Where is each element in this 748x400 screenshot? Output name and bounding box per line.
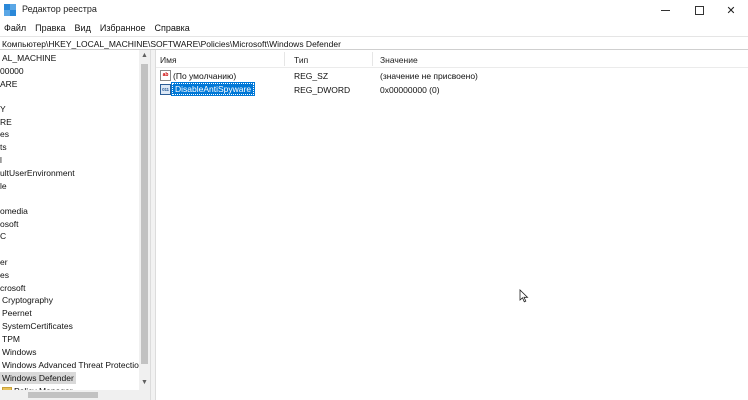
tree-item[interactable]: l: [0, 154, 2, 166]
binary-value-icon: 011: [160, 84, 171, 95]
tree-item[interactable]: RE: [0, 116, 12, 128]
tree-item[interactable]: er: [0, 256, 8, 268]
close-icon: ✕: [726, 4, 736, 17]
column-header-name[interactable]: Имя: [160, 55, 177, 65]
scroll-thumb[interactable]: [141, 64, 148, 364]
tree-item[interactable]: SystemCertificates: [2, 320, 73, 332]
tree-item[interactable]: Cryptography: [2, 294, 53, 306]
tree-item[interactable]: 00000: [0, 65, 24, 77]
tree-horizontal-scrollbar[interactable]: [0, 390, 150, 400]
tree-item[interactable]: Y: [0, 103, 6, 115]
tree-item[interactable]: Peernet: [2, 307, 32, 319]
list-row-selected[interactable]: 011 DisableAntiSpyware REG_DWORD 0x00000…: [156, 82, 748, 96]
minimize-icon: [660, 9, 670, 11]
value-type: REG_DWORD: [294, 85, 351, 95]
menu-help[interactable]: Справка: [154, 23, 189, 33]
title-bar: Редактор реестра ✕: [0, 0, 748, 20]
maximize-button[interactable]: [682, 0, 716, 20]
registry-tree[interactable]: AL_MACHINE 00000 ARE Y RE es ts l ultUse…: [0, 50, 150, 400]
tree-item[interactable]: crosoft: [0, 282, 26, 294]
column-separator[interactable]: [372, 52, 373, 66]
list-header: Имя Тип Значение: [156, 50, 748, 68]
menu-view[interactable]: Вид: [75, 23, 91, 33]
tree-item[interactable]: omedia: [0, 205, 28, 217]
tree-item-selected[interactable]: Windows Defender: [0, 372, 76, 384]
close-button[interactable]: ✕: [714, 0, 748, 20]
maximize-icon: [694, 5, 704, 15]
registry-editor-icon: [4, 4, 16, 16]
values-list[interactable]: Имя Тип Значение ab (По умолчанию) REG_S…: [156, 50, 748, 400]
tree-item[interactable]: osoft: [0, 218, 18, 230]
address-bar[interactable]: Компьютер\HKEY_LOCAL_MACHINE\SOFTWARE\Po…: [0, 36, 748, 50]
value-data: (значение не присвоено): [380, 71, 478, 81]
tree-item[interactable]: AL_MACHINE: [2, 52, 56, 64]
column-separator[interactable]: [284, 52, 285, 66]
tree-item[interactable]: ARE: [0, 78, 17, 90]
value-type: REG_SZ: [294, 71, 329, 81]
scroll-down-arrow-icon[interactable]: ▼: [139, 377, 150, 388]
column-header-value[interactable]: Значение: [380, 55, 418, 65]
mouse-cursor-icon: [519, 289, 529, 303]
menu-edit[interactable]: Правка: [35, 23, 65, 33]
value-name: (По умолчанию): [173, 71, 237, 81]
tree-item[interactable]: es: [0, 128, 9, 140]
window-title: Редактор реестра: [22, 4, 97, 14]
menu-favorites[interactable]: Избранное: [100, 23, 146, 33]
value-name[interactable]: DisableAntiSpyware: [170, 82, 256, 96]
minimize-button[interactable]: [648, 0, 682, 20]
menu-bar: Файл Правка Вид Избранное Справка: [0, 20, 748, 36]
column-header-type[interactable]: Тип: [294, 55, 308, 65]
tree-vertical-scrollbar[interactable]: ▲ ▼: [139, 50, 150, 390]
tree-item[interactable]: Windows: [2, 346, 36, 358]
tree-item[interactable]: le: [0, 180, 7, 192]
tree-item[interactable]: C: [0, 230, 6, 242]
scroll-up-arrow-icon[interactable]: ▲: [139, 50, 150, 61]
tree-item[interactable]: es: [0, 269, 9, 281]
list-row[interactable]: ab (По умолчанию) REG_SZ (значение не пр…: [156, 69, 748, 82]
string-value-icon: ab: [160, 70, 171, 81]
scroll-thumb[interactable]: [28, 392, 98, 398]
tree-item[interactable]: Windows Advanced Threat Protection: [2, 359, 144, 371]
address-path[interactable]: Компьютер\HKEY_LOCAL_MACHINE\SOFTWARE\Po…: [2, 39, 341, 49]
tree-item[interactable]: ts: [0, 141, 7, 153]
menu-file[interactable]: Файл: [4, 23, 26, 33]
tree-item[interactable]: ultUserEnvironment: [0, 167, 75, 179]
value-data: 0x00000000 (0): [380, 85, 440, 95]
tree-item[interactable]: TPM: [2, 333, 20, 345]
